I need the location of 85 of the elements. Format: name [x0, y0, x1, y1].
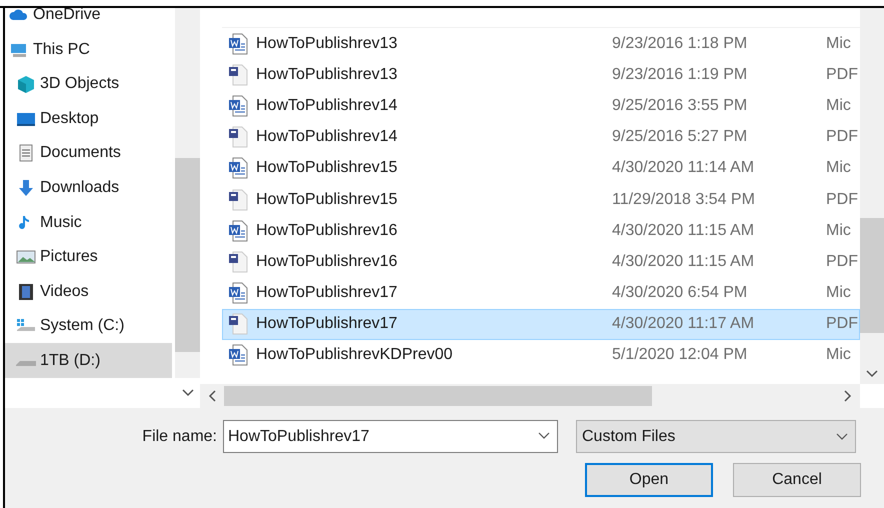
date-modified: 4/30/2020 6:54 PM: [612, 283, 748, 304]
file-name: HowToPublishrev14: [256, 96, 398, 116]
file-type: Mic: [826, 220, 851, 241]
date-modified: 9/25/2016 3:55 PM: [612, 96, 748, 116]
file-row[interactable]: HowToPublishrev16 4/30/2020 11:15 AM Mic: [222, 215, 860, 246]
file-row[interactable]: HowToPublishrev13 9/23/2016 1:18 PM Mic: [222, 28, 860, 60]
pdf-document-icon: [228, 64, 248, 86]
down-arrow-icon: [16, 179, 36, 197]
file-name: HowToPublishrev16: [256, 252, 398, 272]
sidebar-item[interactable]: Pictures: [5, 240, 172, 274]
date-modified: 4/30/2020 11:15 AM: [612, 220, 756, 241]
file-type-dropdown[interactable]: Custom Files: [576, 420, 856, 453]
file-row[interactable]: HowToPublishrev16 4/30/2020 11:15 AM PDF: [222, 246, 860, 278]
field-label: File name:: [141, 426, 218, 446]
sidebar-item[interactable]: Music: [5, 205, 172, 240]
chevron-left-icon[interactable]: [208, 390, 216, 402]
file-name: HowToPublishrev14: [256, 127, 398, 148]
file-name: HowToPublishrev15: [256, 158, 398, 178]
file-row[interactable]: HowToPublishrev14 9/25/2016 3:55 PM Mic: [222, 90, 860, 122]
dialog-button[interactable]: Cancel: [733, 463, 861, 497]
sidebar-item[interactable]: 1TB (D:): [5, 343, 172, 378]
sidebar-item[interactable]: Documents: [5, 136, 172, 171]
word-document-icon: [228, 32, 248, 55]
cube-icon: [16, 75, 36, 94]
file-type: Mic: [826, 158, 851, 178]
word-document-icon: [228, 282, 248, 304]
file-name: HowToPublishrev16: [256, 220, 398, 241]
film-icon: [16, 282, 36, 301]
date-modified: 4/30/2020 11:15 AM: [612, 252, 756, 272]
file-type: Mic: [826, 283, 851, 304]
date-modified: 5/1/2020 12:04 PM: [612, 345, 748, 366]
chevron-down-icon: [836, 432, 848, 440]
file-type: PDF: [826, 314, 858, 334]
date-modified: 9/25/2016 5:27 PM: [612, 127, 748, 148]
file-type: PDF: [826, 64, 858, 85]
pdf-document-icon: [228, 250, 248, 273]
sidebar-item[interactable]: Videos: [5, 274, 172, 309]
file-name: HowToPublishrev13: [256, 64, 398, 85]
word-document-icon: [228, 157, 248, 180]
file-type: Mic: [826, 345, 851, 366]
pdf-document-icon: [228, 126, 248, 148]
date-modified: 4/30/2020 11:14 AM: [612, 158, 756, 178]
file-row[interactable]: HowToPublishrev15 4/30/2020 11:14 AM Mic: [222, 152, 860, 184]
word-document-icon: [228, 344, 248, 366]
date-modified: 4/30/2020 11:17 AM: [612, 314, 756, 334]
file-name: HowToPublishrev15: [256, 190, 398, 210]
date-modified: 9/23/2016 1:19 PM: [612, 64, 748, 85]
sidebar-item[interactable]: OneDrive: [5, 0, 172, 33]
file-row[interactable]: HowToPublishrev15 11/29/2018 3:54 PM PDF: [222, 184, 860, 216]
file-type: PDF: [826, 252, 858, 272]
drive-icon: [16, 361, 36, 366]
file-name: HowToPublishrevKDPrev00: [256, 345, 454, 366]
file-row[interactable]: HowToPublishrev17 4/30/2020 11:17 AM PDF: [222, 308, 860, 340]
chevron-down-icon[interactable]: [182, 389, 194, 397]
scrollbar-thumb[interactable]: [224, 386, 652, 406]
sidebar-item[interactable]: 3D Objects: [5, 67, 172, 102]
file-type: PDF: [826, 190, 858, 210]
file-row[interactable]: HowToPublishrevKDPrev00 5/1/2020 12:04 PM Mic: [222, 340, 860, 372]
chevron-right-icon[interactable]: [844, 390, 852, 402]
pdf-document-icon: [228, 188, 248, 211]
file-row[interactable]: HowToPublishrev14 9/25/2016 5:27 PM PDF: [222, 122, 860, 153]
file-name-field[interactable]: HowToPublishrev17: [223, 420, 558, 453]
file-type: Mic: [826, 96, 851, 116]
pdf-document-icon: [228, 313, 248, 336]
file-row[interactable]: HowToPublishrev17 4/30/2020 6:54 PM Mic: [222, 278, 860, 309]
file-type: PDF: [826, 127, 858, 148]
date-modified: 11/29/2018 3:54 PM: [612, 190, 756, 210]
sidebar-item[interactable]: Downloads: [5, 170, 172, 206]
chevron-down-icon[interactable]: [538, 432, 550, 440]
date-modified: 9/23/2016 1:18 PM: [612, 34, 748, 54]
sidebar-item[interactable]: This PC: [5, 32, 172, 68]
file-name: HowToPublishrev13: [256, 34, 398, 54]
file-type: Mic: [826, 34, 851, 54]
sidebar-item[interactable]: Desktop: [5, 102, 172, 136]
file-name: HowToPublishrev17: [256, 283, 398, 304]
word-document-icon: [228, 220, 248, 242]
file-name: HowToPublishrev17: [256, 314, 398, 334]
word-document-icon: [228, 94, 248, 117]
scrollbar-thumb[interactable]: [175, 158, 200, 352]
file-row[interactable]: HowToPublishrev13 9/23/2016 1:19 PM PDF: [222, 59, 860, 90]
picture-icon: [16, 248, 36, 266]
scrollbar-thumb[interactable]: [860, 218, 884, 333]
chevron-down-icon[interactable]: [866, 370, 878, 378]
dialog-button[interactable]: Open: [585, 463, 713, 497]
sidebar-item[interactable]: System (C:): [5, 308, 172, 344]
